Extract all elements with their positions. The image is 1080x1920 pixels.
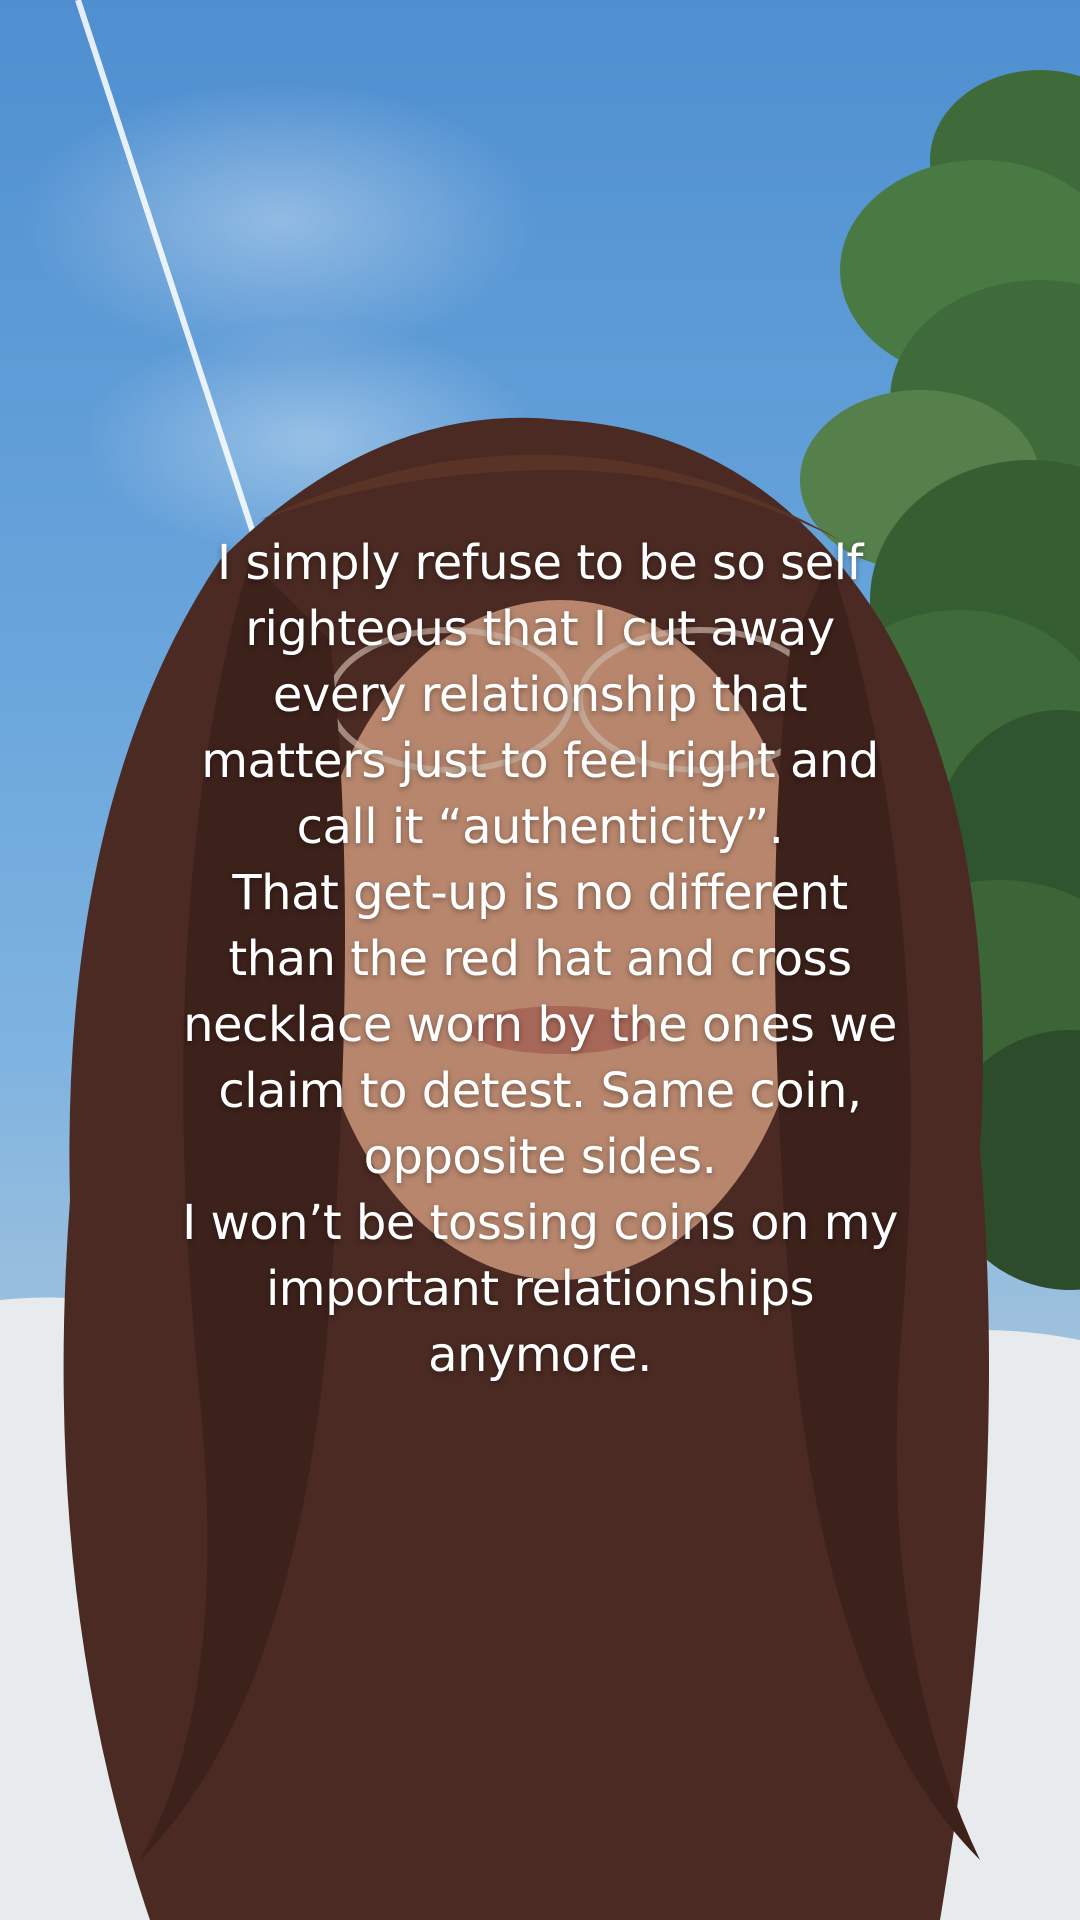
caption-line: call it “authenticity”. [296, 799, 784, 855]
caption-line: righteous that I cut away [245, 601, 835, 657]
caption-line: every relationship that [272, 667, 808, 723]
caption-line: anymore. [428, 1327, 652, 1383]
caption-line: I simply refuse to be so self [217, 535, 863, 591]
caption-line: matters just to feel right and [201, 733, 879, 789]
caption-line: opposite sides. [363, 1129, 717, 1185]
caption-text: I simply refuse to be so self righteous … [140, 530, 940, 1388]
photo-background: I simply refuse to be so self righteous … [0, 0, 1080, 1920]
caption-line: necklace worn by the ones we [183, 997, 897, 1053]
caption-line: That get-up is no different [232, 865, 848, 921]
caption-line: than the red hat and cross [228, 931, 852, 987]
caption-line: claim to detest. Same coin, [218, 1063, 862, 1119]
caption-line: important relationships [265, 1261, 815, 1317]
caption-line: I won’t be tossing coins on my [182, 1195, 898, 1251]
